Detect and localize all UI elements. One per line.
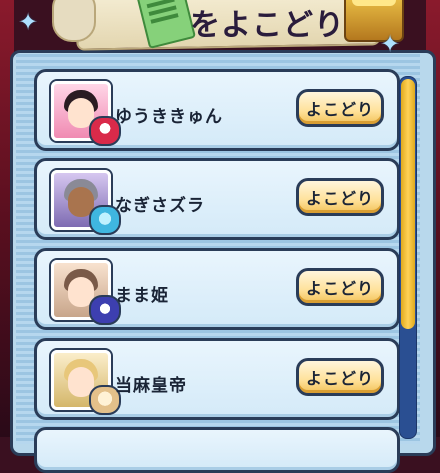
list-item: ゆうききゅん よこどり	[34, 69, 400, 151]
list-item: 当麻皇帝 よこどり	[34, 338, 400, 420]
scrollbar-thumb[interactable]	[401, 79, 415, 329]
list-item-partial	[34, 427, 400, 473]
yokodori-button[interactable]: よこどり	[296, 358, 384, 396]
sparkle-icon: ✦	[18, 8, 39, 36]
yokodori-button[interactable]: よこどり	[296, 178, 384, 216]
player-name: ゆうききゅん	[115, 107, 223, 127]
header-banner: をよこどり!	[52, 0, 405, 54]
sparkle-icon: ✦	[380, 30, 401, 58]
player-name: なぎさズラ	[115, 196, 205, 216]
yokodori-button[interactable]: よこどり	[296, 268, 384, 306]
player-name: 当麻皇帝	[115, 376, 187, 396]
scroll-roll	[52, 0, 96, 42]
scrollbar[interactable]	[399, 76, 417, 439]
player-name: まま姫	[115, 286, 169, 306]
banner-title: をよこどり!	[190, 8, 360, 43]
yokodori-button[interactable]: よこどり	[296, 89, 384, 127]
list-item: なぎさズラ よこどり	[34, 158, 400, 240]
list-item: まま姫 よこどり	[34, 248, 400, 330]
